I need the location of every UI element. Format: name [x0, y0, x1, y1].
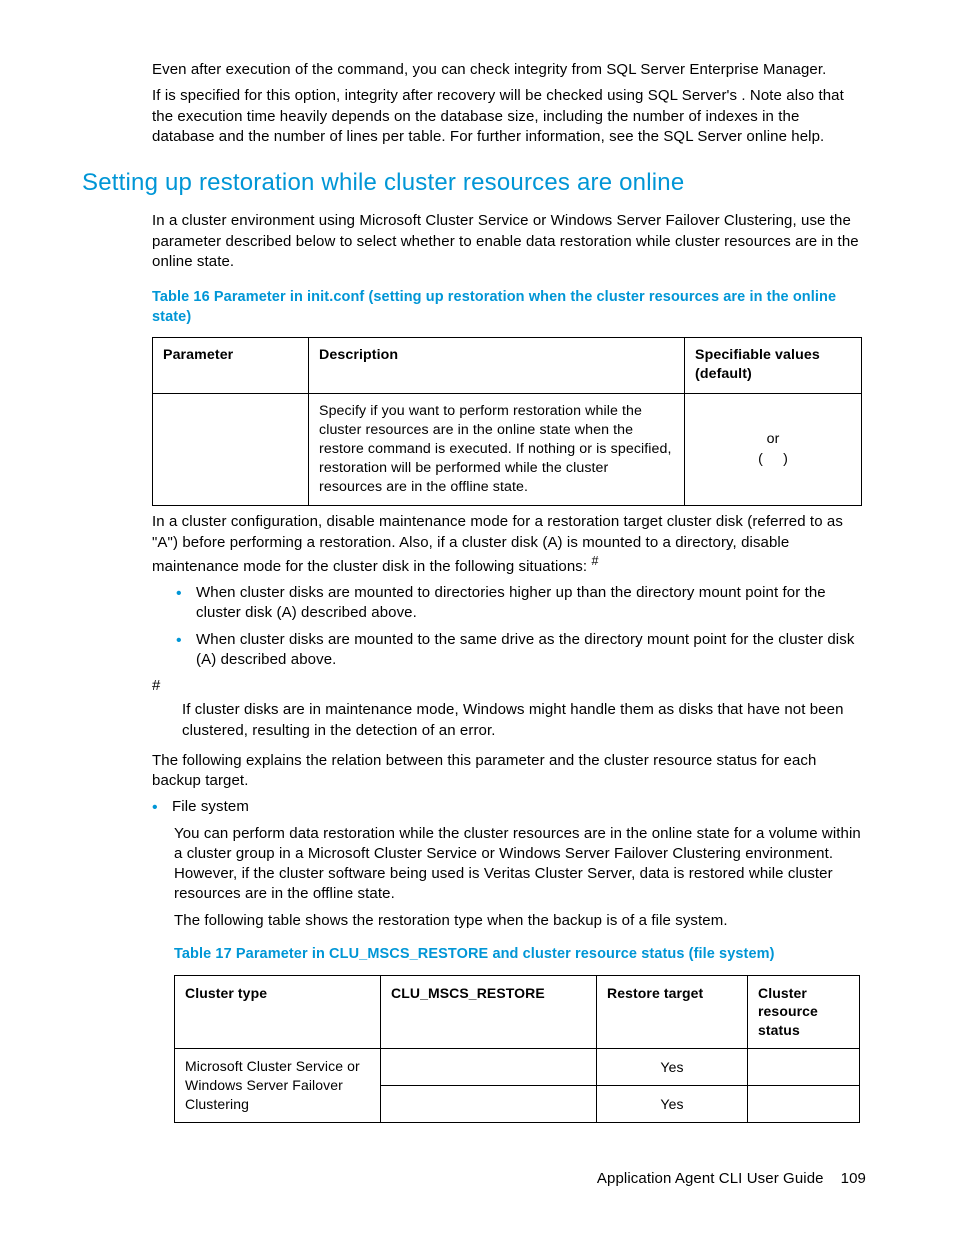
filesystem-para-1: You can perform data restoration while t…: [174, 824, 866, 905]
hash-marker: #: [152, 676, 866, 696]
td-values: or ( ): [685, 393, 862, 506]
list-item: When cluster disks are mounted to the sa…: [176, 630, 866, 671]
th-description: Description: [309, 338, 685, 393]
th-cluster-type: Cluster type: [175, 975, 381, 1049]
bullet-list-2: File system: [152, 797, 866, 817]
th-cluster-resource-status: Cluster resource status: [748, 975, 860, 1049]
list-item-label: File system: [172, 798, 249, 815]
td-restore-target: Yes: [597, 1086, 748, 1123]
paragraph-5: The following explains the relation betw…: [152, 751, 866, 792]
td-clu-mscs-restore: [381, 1086, 597, 1123]
th-restore-target: Restore target: [597, 975, 748, 1049]
td-status: [748, 1049, 860, 1086]
td-restore-target: Yes: [597, 1049, 748, 1086]
table-row: Specify if you want to perform restorati…: [153, 393, 862, 506]
text: In a cluster configuration, disable main…: [152, 513, 843, 575]
text: command, you can check integrity from SQ…: [337, 61, 826, 78]
table-header-row: Parameter Description Specifiable values…: [153, 338, 862, 393]
td-status: [748, 1086, 860, 1123]
table-row: Microsoft Cluster Service or Windows Ser…: [175, 1049, 860, 1086]
th-parameter: Parameter: [153, 338, 309, 393]
th-values: Specifiable values (default): [685, 338, 862, 393]
page-footer: Application Agent CLI User Guide 109: [597, 1169, 866, 1189]
list-item: When cluster disks are mounted to direct…: [176, 583, 866, 624]
table-header-row: Cluster type CLU_MSCS_RESTORE Restore ta…: [175, 975, 860, 1049]
section-heading: Setting up restoration while cluster res…: [82, 167, 866, 199]
text: (: [758, 451, 763, 467]
hash-note: If cluster disks are in maintenance mode…: [182, 700, 866, 741]
list-item-filesystem: File system: [152, 797, 866, 817]
filesystem-para-2: The following table shows the restoratio…: [174, 911, 866, 931]
td-cluster-type: Microsoft Cluster Service or Windows Ser…: [175, 1049, 381, 1123]
text: ): [783, 451, 788, 467]
text: or: [767, 431, 780, 447]
text: is specified for this option, integrity …: [165, 87, 742, 104]
td-clu-mscs-restore: [381, 1049, 597, 1086]
table-16: Parameter Description Specifiable values…: [152, 337, 862, 506]
table-17: Cluster type CLU_MSCS_RESTORE Restore ta…: [174, 975, 860, 1123]
text: Specify: [319, 403, 370, 419]
table-17-caption: Table 17 Parameter in CLU_MSCS_RESTORE a…: [174, 945, 866, 965]
document-page: Even after execution of the command, you…: [0, 0, 954, 1235]
footer-title: Application Agent CLI User Guide: [597, 1170, 824, 1187]
text: Even after execution of the: [152, 61, 337, 78]
bullet-list-1: When cluster disks are mounted to direct…: [176, 583, 866, 670]
td-parameter: [153, 393, 309, 506]
th-clu-mscs-restore: CLU_MSCS_RESTORE: [381, 975, 597, 1049]
td-description: Specify if you want to perform restorati…: [309, 393, 685, 506]
paragraph-1: Even after execution of the command, you…: [152, 60, 866, 80]
paragraph-2: If is specified for this option, integri…: [152, 86, 866, 147]
paragraph-3: In a cluster environment using Microsoft…: [152, 211, 866, 272]
page-number: 109: [841, 1170, 866, 1187]
hash-sup: #: [591, 554, 598, 568]
table-16-caption: Table 16 Parameter in init.conf (setting…: [152, 288, 866, 327]
text: If: [152, 87, 165, 104]
paragraph-4: In a cluster configuration, disable main…: [152, 512, 866, 577]
text: execution time heavily depends on the da…: [152, 108, 824, 145]
